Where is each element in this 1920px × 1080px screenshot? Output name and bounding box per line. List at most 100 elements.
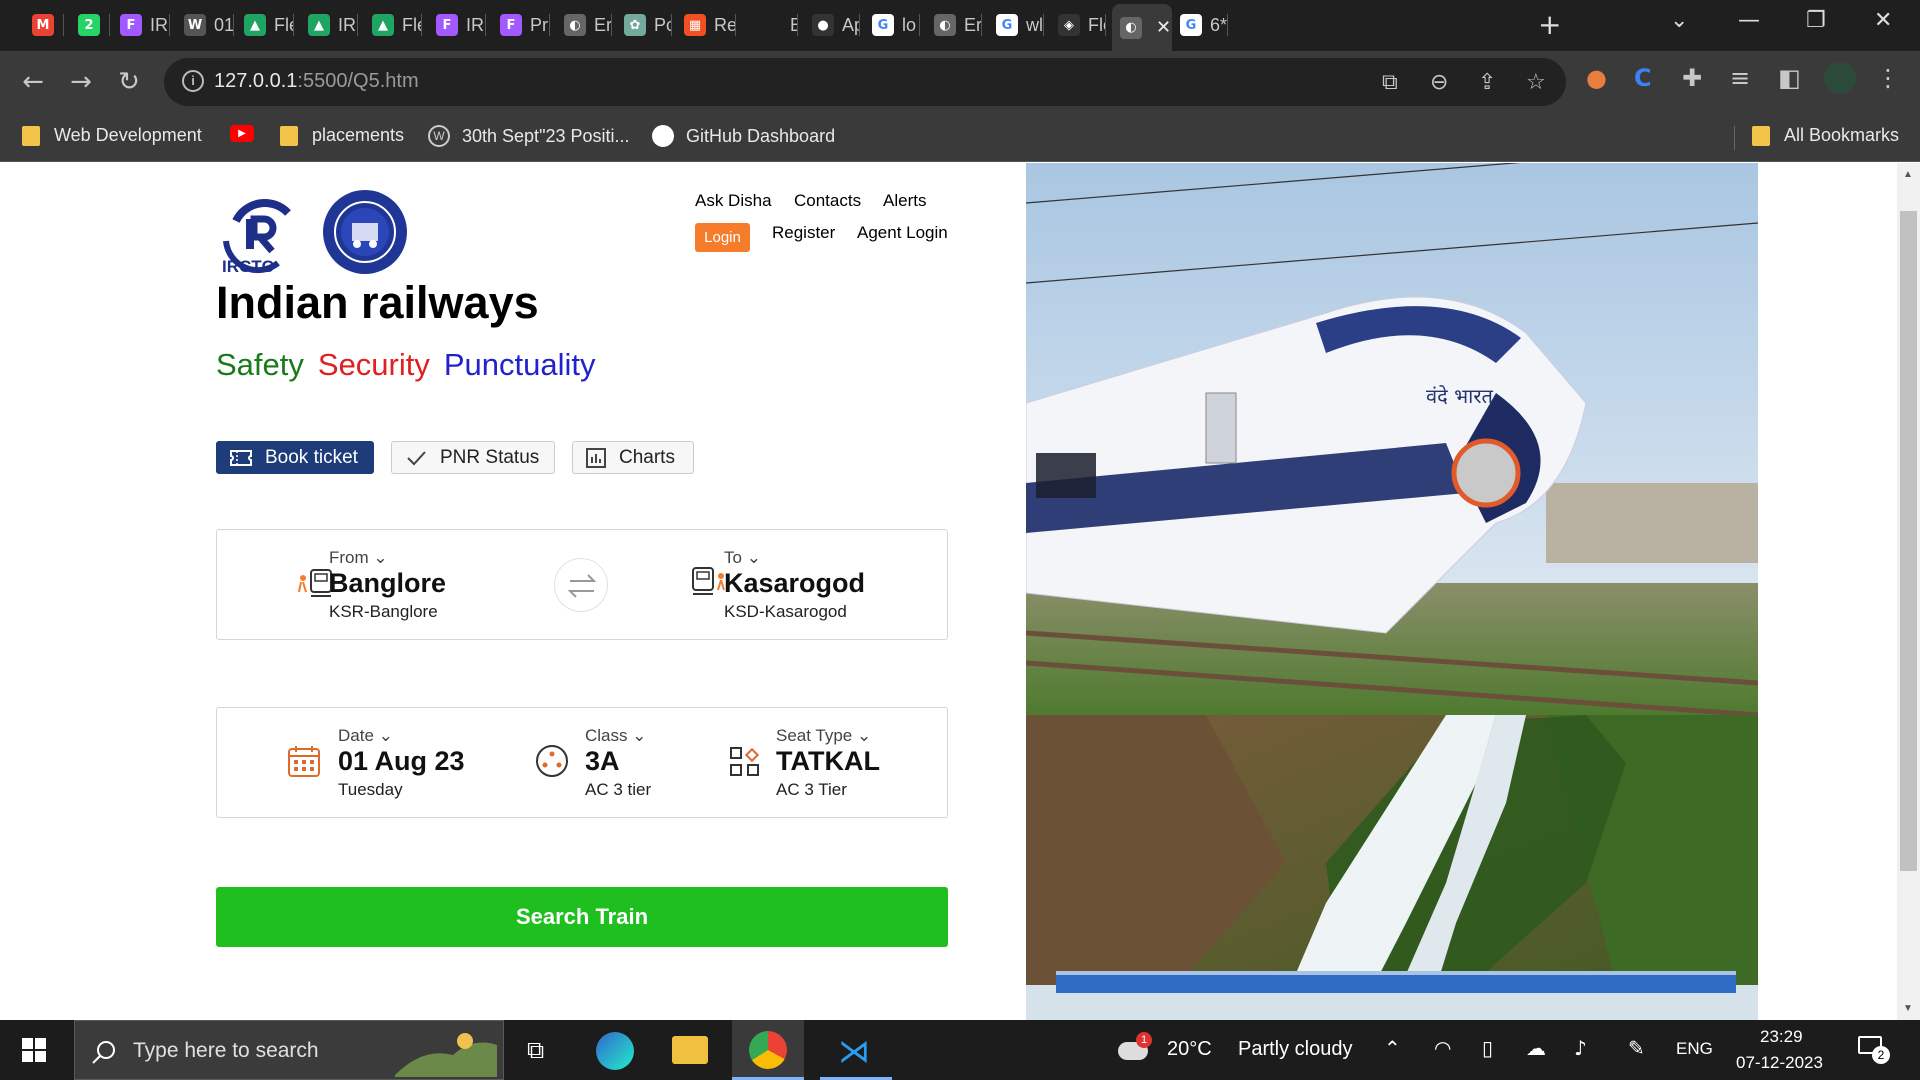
notification-icon[interactable]: 2 bbox=[1858, 1034, 1890, 1064]
url-text[interactable]: 127.0.0.1:5500/Q5.htm bbox=[214, 70, 419, 93]
figma-icon: F bbox=[500, 14, 522, 36]
address-bar[interactable]: i 127.0.0.1:5500/Q5.htm ⧉ ⊖ ⇪ ☆ bbox=[164, 58, 1566, 106]
puzzle-icon[interactable]: ✚ bbox=[1682, 64, 1702, 92]
scrollbar-thumb[interactable] bbox=[1900, 211, 1917, 871]
nav-ask-disha[interactable]: Ask Disha bbox=[695, 191, 772, 211]
browser-tab[interactable]: ▲ Fle bbox=[364, 6, 422, 44]
weather-temp[interactable]: 20°C bbox=[1167, 1038, 1212, 1061]
wifi-icon[interactable]: ◠ bbox=[1434, 1036, 1451, 1060]
browser-tab[interactable]: F Pr bbox=[492, 6, 550, 44]
vscode-taskbar-button[interactable]: ⋊ bbox=[820, 1020, 892, 1080]
to-label[interactable]: To ⌄ bbox=[724, 548, 761, 568]
browser-tab[interactable]: ✿ Pc bbox=[616, 6, 672, 44]
browser-tab[interactable]: ◈ Fle bbox=[1050, 6, 1106, 44]
browser-tab[interactable]: F IR bbox=[112, 6, 170, 44]
site-info-icon[interactable]: i bbox=[182, 70, 204, 92]
browser-tab[interactable]: ▲ Fle bbox=[236, 6, 294, 44]
nav-contacts[interactable]: Contacts bbox=[794, 191, 861, 211]
date-value[interactable]: 01 Aug 23 bbox=[338, 746, 465, 777]
chrome-taskbar-button[interactable] bbox=[732, 1020, 804, 1080]
date-day: Tuesday bbox=[338, 780, 403, 799]
google-icon: G bbox=[872, 14, 894, 36]
browser-tab[interactable]: ● Ap bbox=[804, 6, 860, 44]
clock-date[interactable]: 07-12-2023 bbox=[1736, 1053, 1823, 1073]
nav-alerts[interactable]: Alerts bbox=[883, 191, 926, 211]
browser-tab[interactable]: ◐ ✕ bbox=[1112, 4, 1172, 51]
all-bookmarks[interactable]: All Bookmarks bbox=[1752, 125, 1899, 146]
google-icon: G bbox=[996, 14, 1018, 36]
tab-charts[interactable]: Charts bbox=[572, 441, 694, 474]
extension-icon[interactable]: ● bbox=[1586, 64, 1607, 92]
media-icon[interactable]: ≡ bbox=[1730, 64, 1750, 92]
back-icon[interactable]: ← bbox=[16, 65, 50, 99]
sidepanel-icon[interactable]: ◧ bbox=[1778, 64, 1801, 92]
tab-search-icon[interactable]: ⌄ bbox=[1670, 8, 1688, 33]
bookmark-positions[interactable]: W 30th Sept"23 Positi... bbox=[428, 125, 630, 147]
class-label[interactable]: Class ⌄ bbox=[585, 726, 646, 746]
class-value[interactable]: 3A bbox=[585, 746, 620, 777]
share-icon[interactable]: ⇪ bbox=[1478, 70, 1496, 95]
pen-icon[interactable]: ✎ bbox=[1628, 1036, 1645, 1060]
bookmark-web-development[interactable]: Web Development bbox=[22, 125, 202, 146]
file-explorer-icon[interactable] bbox=[672, 1036, 708, 1064]
page-title: Indian railways bbox=[216, 277, 539, 328]
task-view-icon[interactable]: ⧉ bbox=[527, 1036, 544, 1064]
browser-tab[interactable]: Gwl bbox=[988, 6, 1044, 44]
extension-c-icon[interactable]: C bbox=[1634, 64, 1652, 92]
zoom-icon[interactable]: ⊖ bbox=[1430, 70, 1448, 95]
browser-tab[interactable]: Be bbox=[752, 6, 798, 44]
browser-tab[interactable]: ◐ Er bbox=[926, 6, 982, 44]
bookmark-placements[interactable]: placements bbox=[280, 125, 404, 146]
browser-tab[interactable]: Glo bbox=[864, 6, 920, 44]
nav-agent-login[interactable]: Agent Login bbox=[857, 223, 948, 243]
login-button[interactable]: Login bbox=[695, 223, 750, 252]
browser-tab[interactable]: M bbox=[24, 6, 64, 44]
bookmark-github[interactable]: GitHub Dashboard bbox=[652, 125, 835, 147]
seat-type-value[interactable]: TATKAL bbox=[776, 746, 880, 777]
chevron-up-icon[interactable]: ⌃ bbox=[1384, 1036, 1401, 1060]
browser-tab[interactable]: F IR bbox=[428, 6, 486, 44]
close-tab-icon[interactable]: ✕ bbox=[1156, 17, 1171, 38]
scroll-down-icon[interactable]: ▼ bbox=[1903, 1003, 1913, 1014]
to-city[interactable]: Kasarogod bbox=[724, 568, 865, 599]
browser-tab[interactable]: ▲ IR bbox=[300, 6, 358, 44]
edge-icon[interactable] bbox=[596, 1032, 634, 1070]
search-train-button[interactable]: Search Train bbox=[216, 887, 948, 947]
avatar[interactable] bbox=[1824, 62, 1856, 94]
browser-tab[interactable]: W 01 bbox=[176, 6, 234, 44]
device-icon[interactable]: ▯ bbox=[1482, 1036, 1493, 1060]
windows-start-icon[interactable] bbox=[22, 1038, 47, 1063]
clock-time[interactable]: 23:29 bbox=[1760, 1027, 1803, 1047]
bookmark-youtube[interactable]: ▶ bbox=[230, 125, 254, 142]
from-label[interactable]: From ⌄ bbox=[329, 548, 388, 568]
forward-icon[interactable]: → bbox=[64, 65, 98, 99]
tab-pnr-status[interactable]: PNR Status bbox=[391, 441, 555, 474]
taskbar-search[interactable]: Type here to search bbox=[74, 1020, 504, 1080]
seat-type-label[interactable]: Seat Type ⌄ bbox=[776, 726, 871, 746]
browser-tab-label: IR bbox=[338, 14, 356, 35]
translate-icon[interactable]: ⧉ bbox=[1382, 70, 1398, 95]
reload-icon[interactable]: ↻ bbox=[112, 65, 146, 99]
close-window-icon[interactable]: ✕ bbox=[1874, 8, 1892, 33]
bookmark-star-icon[interactable]: ☆ bbox=[1526, 70, 1546, 95]
onedrive-icon[interactable]: ☁ bbox=[1526, 1036, 1546, 1060]
browser-tab[interactable]: ▦ Re bbox=[676, 6, 736, 44]
browser-tab[interactable]: ◐ Er bbox=[556, 6, 612, 44]
weather-desc[interactable]: Partly cloudy bbox=[1238, 1038, 1353, 1061]
date-label[interactable]: Date ⌄ bbox=[338, 726, 393, 746]
browser-tab[interactable]: G 6* bbox=[1172, 6, 1228, 44]
swap-button[interactable] bbox=[554, 558, 608, 612]
weather-icon[interactable]: 1 bbox=[1118, 1032, 1154, 1064]
new-tab-button[interactable]: + bbox=[1538, 8, 1561, 41]
scroll-up-icon[interactable]: ▲ bbox=[1903, 169, 1913, 180]
vscode-icon: ⋊ bbox=[838, 1032, 870, 1070]
nav-register[interactable]: Register bbox=[772, 223, 835, 243]
browser-tab[interactable]: 2 bbox=[70, 6, 110, 44]
menu-kebab-icon[interactable]: ⋮ bbox=[1876, 64, 1900, 92]
language-indicator[interactable]: ENG bbox=[1676, 1039, 1713, 1059]
volume-icon[interactable]: ♪ bbox=[1574, 1036, 1587, 1060]
tab-book-ticket[interactable]: Book ticket bbox=[216, 441, 374, 474]
minimize-icon[interactable]: — bbox=[1738, 8, 1760, 33]
from-city[interactable]: Banglore bbox=[329, 568, 446, 599]
restore-icon[interactable]: ❐ bbox=[1806, 8, 1826, 33]
